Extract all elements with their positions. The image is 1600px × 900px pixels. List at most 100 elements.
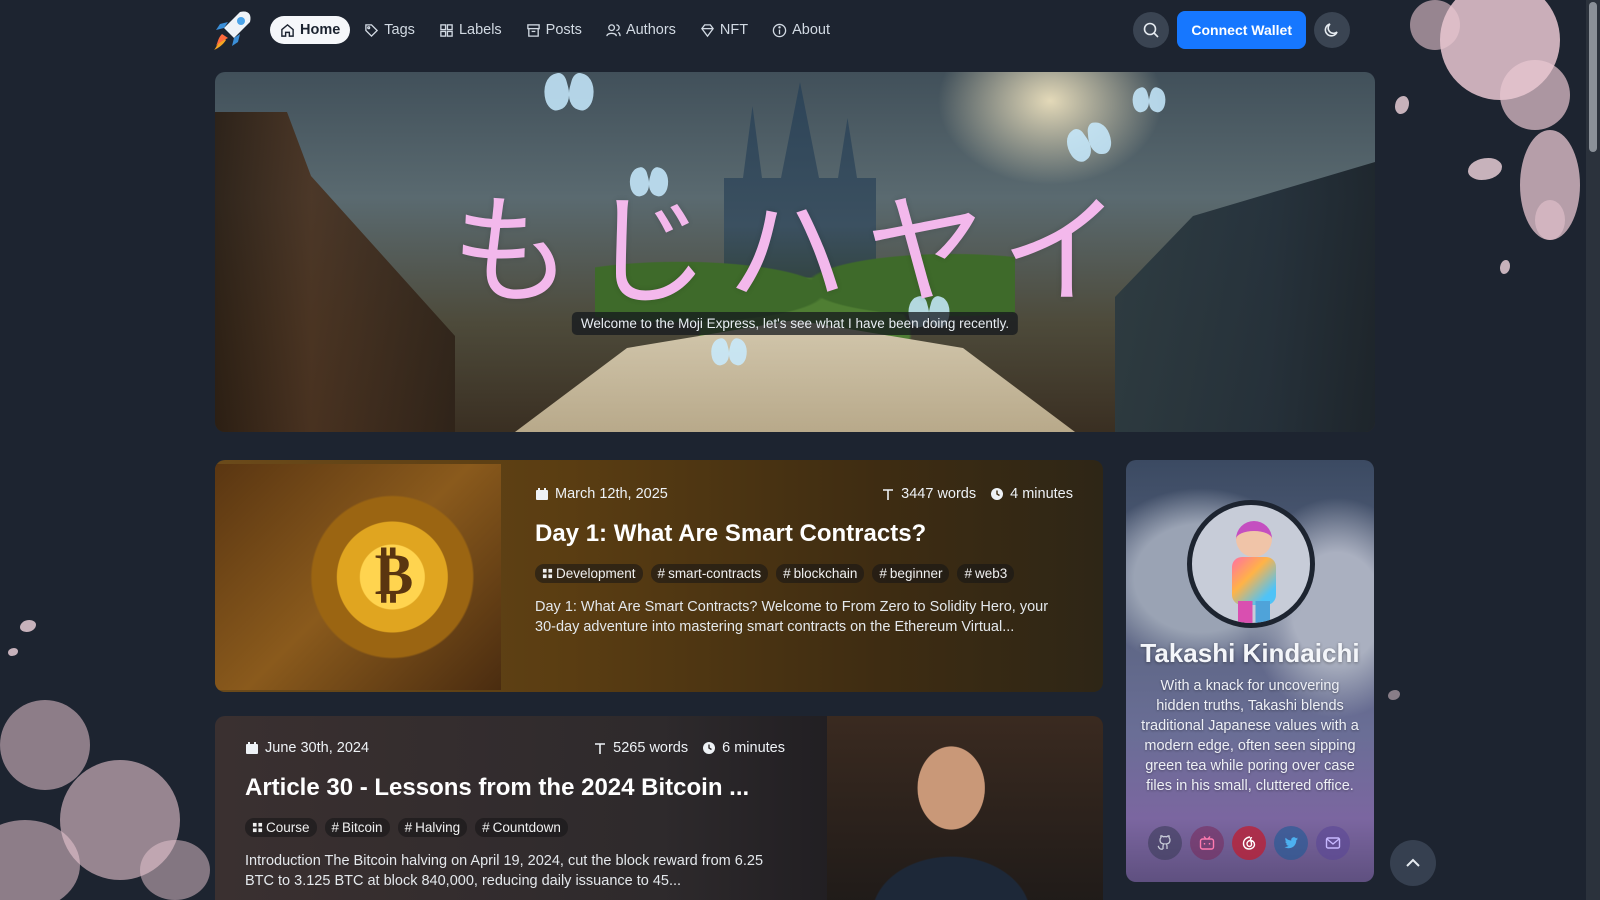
mail-icon [1325,837,1341,849]
post-tag[interactable]: # smart-contracts [650,564,769,583]
netease-music-icon [1242,836,1256,850]
post-read-time: 4 minutes [990,486,1073,502]
post-body: March 12th, 2025 3447 words 4 minutes Da… [535,486,1073,637]
nav-items: Home Tags Labels Posts Authors NFT About [270,16,840,44]
post-tag[interactable]: # blockchain [776,564,865,583]
search-button[interactable] [1133,12,1170,48]
top-navbar: Home Tags Labels Posts Authors NFT About [210,8,1350,52]
post-read-time-text: 4 minutes [1010,486,1073,502]
post-date-text: June 30th, 2024 [265,740,370,756]
hero-banner: もじハヤイ Welcome to the Moji Express, let's… [215,72,1375,432]
hash-icon: # [331,820,340,835]
nav-labels-label: Labels [458,22,502,38]
nav-authors-label: Authors [625,22,676,38]
bilibili-link[interactable] [1190,826,1224,860]
grid-icon [440,23,453,37]
post-tag[interactable]: # Countdown [475,818,568,837]
nav-home-label: Home [300,22,341,38]
hero-subtitle: Welcome to the Moji Express, let's see w… [571,312,1019,335]
info-icon [772,23,787,37]
post-read-time: 6 minutes [702,740,785,756]
post-tag[interactable]: # Halving [397,818,468,837]
nav-about[interactable]: About [762,16,840,44]
post-category-tag[interactable]: Course [245,818,317,837]
post-category-label: Development [556,566,636,581]
post-thumbnail[interactable]: ₿ [215,464,501,690]
post-stats: 3447 words 4 minutes [881,486,1073,502]
post-date: March 12th, 2025 [535,486,668,502]
post-thumbnail[interactable] [827,716,1103,900]
nav-authors[interactable]: Authors [596,16,686,44]
nav-home[interactable]: Home [270,16,351,44]
butterfly-icon [544,74,594,110]
post-word-count: 5265 words [593,740,688,756]
hash-icon: # [404,820,413,835]
author-name: Takashi Kindaichi [1140,638,1360,668]
nav-posts-label: Posts [545,22,582,38]
post-word-count: 3447 words [881,486,976,502]
avatar-head [1236,521,1272,557]
post-date-text: March 12th, 2025 [555,486,668,502]
post-word-count-text: 3447 words [901,486,977,502]
connect-wallet-button[interactable]: Connect Wallet [1177,11,1306,49]
post-tags: Development # smart-contracts # blockchain… [535,564,1073,583]
post-tag-label: web3 [974,566,1008,581]
post-tag-label: Bitcoin [342,820,383,835]
nav-tags[interactable]: Tags [354,16,425,44]
users-icon [606,23,621,36]
page-scrollbar[interactable] [1586,0,1600,900]
post-tag[interactable]: # web3 [957,564,1015,583]
post-body: June 30th, 2024 5265 words 6 minutes Art… [245,740,785,891]
rocket-logo-icon[interactable] [210,8,254,52]
text-size-icon [883,489,894,500]
scroll-to-top-button[interactable] [1390,840,1436,886]
clock-icon [703,742,716,754]
search-icon [1144,22,1159,38]
github-link[interactable] [1148,826,1182,860]
post-tag-label: Halving [415,820,461,835]
post-title[interactable]: Day 1: What Are Smart Contracts? [535,520,1073,548]
post-excerpt: Introduction The Bitcoin halving on Apri… [245,853,764,889]
nav-nft-label: NFT [719,22,749,38]
post-meta: March 12th, 2025 3447 words 4 minutes [535,486,1073,502]
grid-icon [542,568,553,579]
text-size-icon [595,743,606,754]
home-icon [281,23,294,37]
hash-icon: # [879,566,887,581]
calendar-icon [246,742,258,754]
netease-music-link[interactable] [1232,826,1266,860]
nav-about-label: About [792,22,831,38]
butterfly-icon [1132,88,1166,112]
author-card: Takashi Kindaichi With a knack for uncov… [1126,460,1374,882]
nav-posts[interactable]: Posts [516,16,592,44]
mail-link[interactable] [1316,826,1350,860]
nav-nft[interactable]: NFT [690,16,758,44]
hash-icon: # [482,820,490,835]
bitcoin-icon: ₿ [374,540,414,608]
post-tag[interactable]: # beginner [872,564,950,583]
theme-toggle-button[interactable] [1314,12,1350,48]
post-tag-label: beginner [889,566,943,581]
clock-icon [991,488,1004,500]
post-tags: Course # Bitcoin # Halving # Countdown [245,818,785,837]
chevron-up-icon [1406,858,1420,867]
post-tag[interactable]: # Bitcoin [324,818,390,837]
twitter-icon [1284,837,1298,849]
post-read-time-text: 6 minutes [722,740,785,756]
post-category-tag[interactable]: Development [535,564,643,583]
avatar[interactable] [1187,500,1315,628]
twitter-link[interactable] [1274,826,1308,860]
calendar-icon [536,488,548,500]
post-tag-label: smart-contracts [668,566,762,581]
bilibili-icon [1199,836,1215,850]
post-card[interactable]: June 30th, 2024 5265 words 6 minutes Art… [215,716,1103,900]
diamond-icon [700,23,714,37]
scrollbar-thumb[interactable] [1589,2,1597,152]
hash-icon: # [783,566,791,581]
post-card[interactable]: ₿ March 12th, 2025 3447 words 4 minutes … [215,460,1103,692]
post-excerpt: Day 1: What Are Smart Contracts? Welcome… [535,599,1049,635]
nav-labels[interactable]: Labels [429,16,512,44]
post-title[interactable]: Article 30 - Lessons from the 2024 Bitco… [245,774,785,802]
tag-icon [365,23,379,37]
nav-tags-label: Tags [384,22,415,38]
